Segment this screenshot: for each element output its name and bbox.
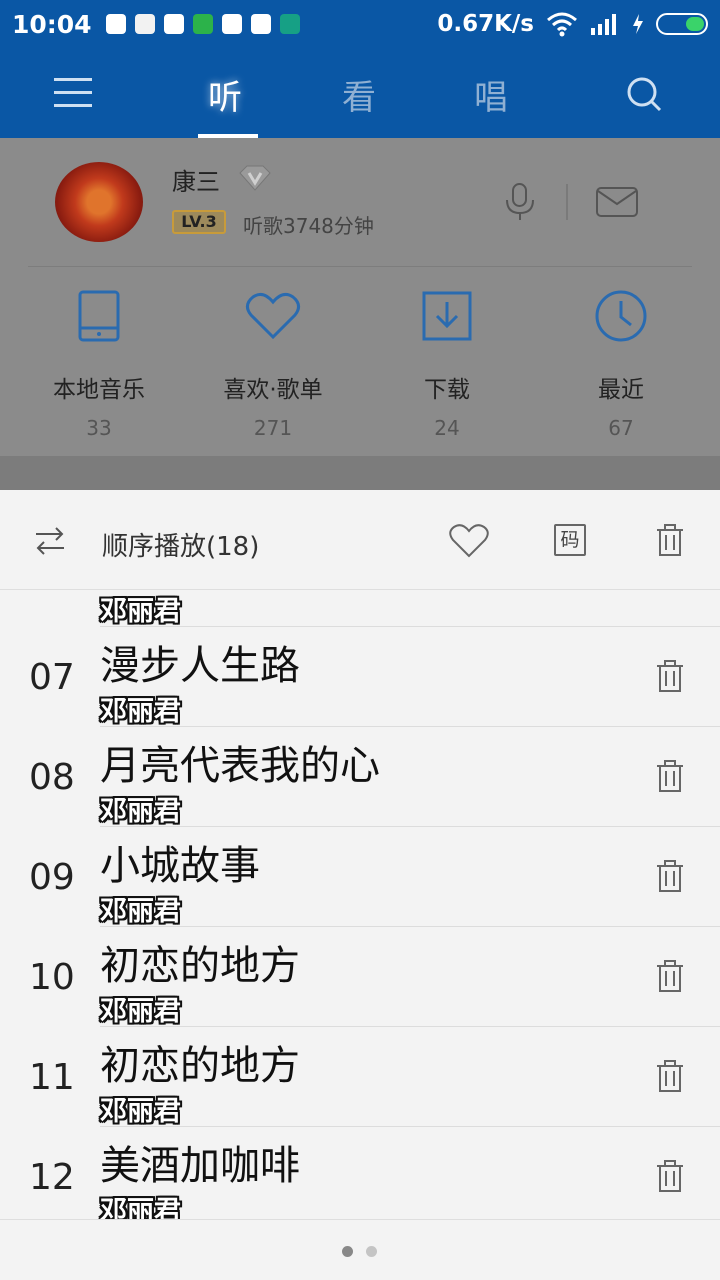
song-number: 09 — [29, 857, 75, 898]
charging-icon — [633, 14, 643, 34]
trash-icon[interactable] — [655, 1159, 685, 1193]
recent-button[interactable]: 最近 67 — [546, 288, 696, 440]
quick-label: 喜欢·歌单 — [223, 377, 323, 403]
quick-count: 271 — [253, 416, 293, 440]
status-time: 10:04 — [12, 9, 92, 39]
trash-icon[interactable] — [655, 759, 685, 793]
dim-strip — [0, 456, 720, 490]
shield-icon — [250, 14, 271, 34]
notification-icons — [105, 14, 300, 34]
clock-icon — [595, 290, 647, 342]
song-number: 10 — [29, 957, 75, 998]
trash-icon[interactable] — [655, 1059, 685, 1093]
android-icon — [192, 14, 213, 34]
net-speed: 0.67K/s — [437, 11, 534, 37]
wifi-shield-icon — [279, 14, 300, 34]
favorites-playlist-button[interactable]: 喜欢·歌单 271 — [198, 288, 348, 440]
profile-area: 康三 LV.3 听歌3748分钟 本地音乐 33 喜欢·歌单 271 下载 24… — [0, 138, 720, 490]
quick-label: 下载 — [424, 377, 470, 403]
security-icon — [163, 14, 184, 34]
song-number: 12 — [29, 1157, 75, 1198]
song-title: 初恋的地方 — [100, 1043, 300, 1089]
song-title: 漫步人生路 — [100, 643, 300, 689]
heart-icon — [246, 292, 300, 340]
divider — [28, 266, 692, 267]
quick-count: 67 — [608, 416, 634, 440]
song-number: 08 — [29, 757, 75, 798]
heart-icon[interactable] — [448, 523, 490, 559]
trash-icon[interactable] — [655, 659, 685, 693]
play-mode-label[interactable]: 顺序播放(18) — [102, 526, 259, 563]
song-title: 月亮代表我的心 — [100, 743, 380, 789]
nav-bar: 听 看 唱 — [0, 48, 720, 138]
song-list: 邓丽君 07 漫步人生路 邓丽君 08 月亮代表我的心 邓丽君 09 小城故事 … — [0, 591, 720, 1219]
page-dot-active[interactable] — [342, 1246, 353, 1257]
quick-count: 24 — [434, 416, 460, 440]
page-dot[interactable] — [366, 1246, 377, 1257]
battery-icon — [656, 13, 708, 35]
username[interactable]: 康三 — [172, 162, 220, 197]
trash-icon[interactable] — [655, 523, 685, 557]
k-app-icon — [221, 14, 242, 34]
level-badge: LV.3 — [172, 210, 226, 234]
list-item[interactable]: 10 初恋的地方 邓丽君 — [0, 927, 720, 1027]
local-music-button[interactable]: 本地音乐 33 — [24, 288, 174, 440]
download-button[interactable]: 下载 24 — [372, 288, 522, 440]
list-item[interactable]: 08 月亮代表我的心 邓丽君 — [0, 727, 720, 827]
list-item[interactable]: 07 漫步人生路 邓丽君 — [0, 627, 720, 727]
tab-watch[interactable]: 看 — [342, 70, 376, 119]
song-artist: 邓丽君 — [100, 996, 181, 1027]
tab-listen[interactable]: 听 — [208, 70, 242, 119]
status-bar: 10:04 0.67K/s — [0, 0, 720, 48]
mail-icon[interactable] — [595, 186, 639, 218]
download-icon — [422, 291, 472, 341]
song-number: 07 — [29, 657, 75, 698]
song-artist: 邓丽君 — [100, 1096, 181, 1127]
song-artist: 邓丽君 — [100, 596, 181, 627]
shield-icon — [105, 14, 126, 34]
wifi-icon — [547, 12, 577, 37]
phone-icon — [78, 290, 120, 342]
trash-icon[interactable] — [655, 959, 685, 993]
menu-icon[interactable] — [54, 78, 92, 108]
tab-sing[interactable]: 唱 — [474, 70, 508, 119]
shopping-icon — [134, 14, 155, 34]
listen-time: 听歌3748分钟 — [243, 214, 374, 238]
avatar[interactable] — [55, 162, 143, 242]
divider — [566, 184, 568, 220]
quick-count: 33 — [86, 416, 112, 440]
list-item[interactable]: 邓丽君 — [0, 591, 720, 627]
signal-icon — [591, 14, 616, 35]
song-title: 美酒加咖啡 — [100, 1143, 300, 1189]
code-button[interactable]: 码 — [554, 524, 586, 556]
song-artist: 邓丽君 — [100, 896, 181, 927]
list-item[interactable]: 12 美酒加咖啡 邓丽君 — [0, 1127, 720, 1219]
song-artist: 邓丽君 — [100, 696, 181, 727]
trash-icon[interactable] — [655, 859, 685, 893]
song-artist: 邓丽君 — [100, 1196, 181, 1219]
song-number: 11 — [29, 1057, 75, 1098]
list-item[interactable]: 11 初恋的地方 邓丽君 — [0, 1027, 720, 1127]
microphone-icon[interactable] — [504, 182, 536, 222]
song-artist: 邓丽君 — [100, 796, 181, 827]
list-item[interactable]: 09 小城故事 邓丽君 — [0, 827, 720, 927]
search-icon[interactable] — [626, 76, 662, 112]
playlist-header: 顺序播放(18) 码 — [0, 490, 720, 590]
vip-diamond-icon — [239, 165, 271, 191]
sequential-play-icon[interactable] — [34, 526, 66, 556]
song-title: 小城故事 — [100, 843, 260, 889]
quick-label: 本地音乐 — [53, 377, 145, 403]
quick-label: 最近 — [598, 377, 644, 403]
pager — [0, 1219, 720, 1280]
song-title: 初恋的地方 — [100, 943, 300, 989]
